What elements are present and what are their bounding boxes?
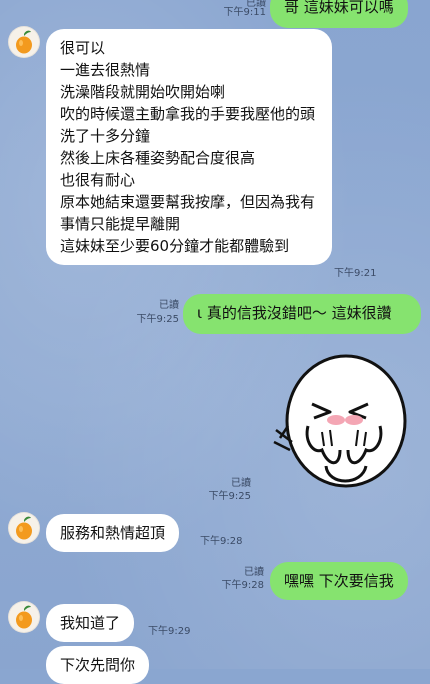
outgoing-message[interactable]: 哥 這妹妹可以嗎 [270,0,408,28]
message-time: 下午9:28 [221,580,264,591]
avatar[interactable] [8,512,40,544]
incoming-message[interactable]: 我知道了 [46,604,135,642]
incoming-message[interactable]: 服務和熱情超頂 [46,514,180,552]
message-time: 下午9:21 [334,268,377,279]
orange-fruit-avatar-icon [16,605,32,629]
message-time: 下午9:28 [200,536,243,547]
outgoing-message[interactable]: 嘿嘿 下次要信我 [270,562,408,600]
avatar[interactable] [8,601,40,633]
incoming-message[interactable]: 很可以 一進去很熱情 洗澡階段就開始吹開始喇 吹的時候還主動拿我的手要我壓他的頭… [46,29,332,265]
read-receipt: 已讀 [159,300,179,311]
read-receipt: 已讀 [231,478,251,489]
message-time: 下午9:29 [148,626,191,637]
message-time: 下午9:25 [208,491,251,502]
outgoing-message[interactable]: ɩ 真的信我沒錯吧～ 這妹很讚 [183,294,421,334]
message-time: 下午9:11 [223,7,266,18]
orange-fruit-avatar-icon [16,516,32,540]
avatar[interactable] [8,26,40,58]
message-time: 下午9:25 [136,314,179,325]
incoming-message[interactable]: 下次先問你 [46,646,150,684]
blushing-face-sticker[interactable] [270,346,410,496]
orange-fruit-avatar-icon [16,30,32,54]
read-receipt: 已讀 [244,567,264,578]
